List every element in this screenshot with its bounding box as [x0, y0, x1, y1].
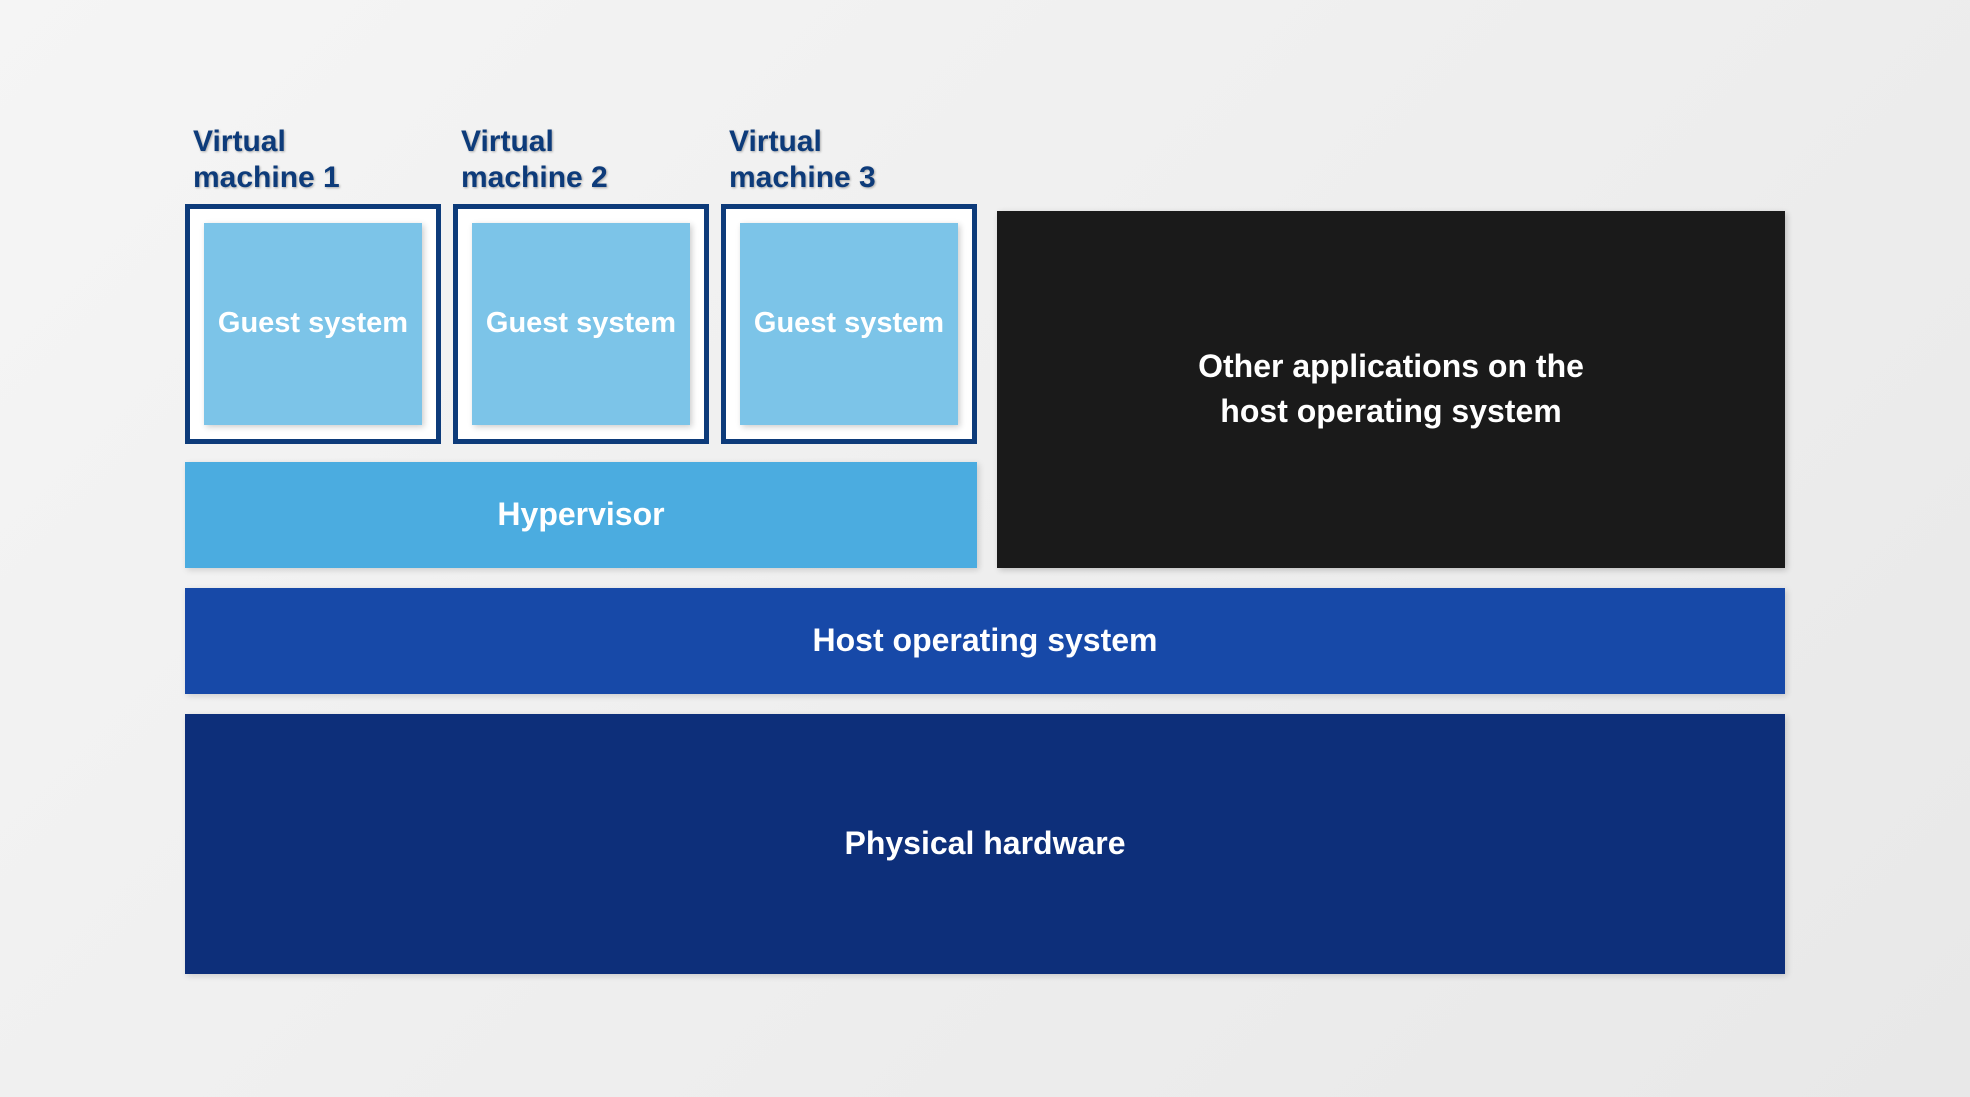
vm-label-3-line1: Virtual — [729, 125, 822, 158]
vm-label-3-line2: machine 3 — [729, 161, 876, 194]
physical-hardware-layer: Physical hardware — [185, 714, 1785, 974]
vm-label-1-line2: machine 1 — [193, 161, 340, 194]
host-os-layer: Host operating system — [185, 588, 1785, 694]
top-row: Virtual machine 1 Virtual machine 2 Virt… — [185, 124, 1785, 568]
vm-label-1: Virtual machine 1 — [185, 124, 441, 196]
vm-labels-row: Virtual machine 1 Virtual machine 2 Virt… — [185, 124, 977, 196]
vm-boxes-row: Guest system Guest system Guest system — [185, 204, 977, 444]
other-apps-line1: Other applications on the — [1198, 348, 1584, 384]
guest-system-1: Guest system — [204, 223, 422, 425]
vm-label-2: Virtual machine 2 — [453, 124, 709, 196]
vm-label-1-line1: Virtual — [193, 125, 286, 158]
guest-system-3: Guest system — [740, 223, 958, 425]
vm-box-2: Guest system — [453, 204, 709, 444]
hypervisor-layer: Hypervisor — [185, 462, 977, 568]
vm-label-2-line1: Virtual — [461, 125, 554, 158]
vm-label-3: Virtual machine 3 — [721, 124, 977, 196]
guest-system-2: Guest system — [472, 223, 690, 425]
vm-label-2-line2: machine 2 — [461, 161, 608, 194]
virtualization-diagram: Virtual machine 1 Virtual machine 2 Virt… — [185, 124, 1785, 974]
other-applications-layer: Other applications on the host operating… — [997, 211, 1785, 568]
other-apps-line2: host operating system — [1220, 393, 1561, 429]
vm-section: Virtual machine 1 Virtual machine 2 Virt… — [185, 124, 977, 568]
vm-box-3: Guest system — [721, 204, 977, 444]
vm-box-1: Guest system — [185, 204, 441, 444]
